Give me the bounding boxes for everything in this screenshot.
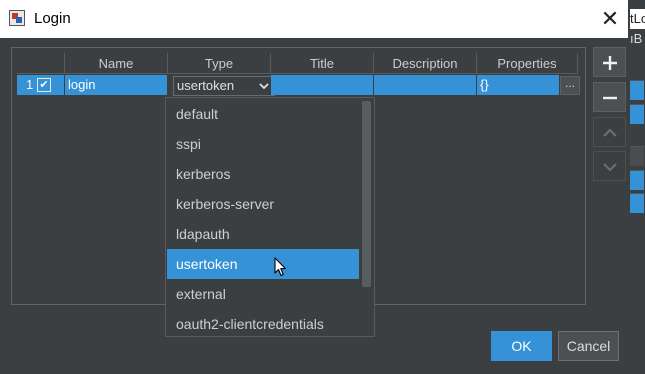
background-window-edge: tLo ıB [628,0,645,374]
dropdown-option[interactable]: default [167,99,360,129]
mouse-cursor-icon [274,257,287,277]
scrollbar-thumb[interactable] [362,101,371,287]
column-header-name[interactable]: Name [65,53,168,74]
column-header-type[interactable]: Type [168,53,271,74]
column-header-index [17,53,65,74]
dropdown-option[interactable]: sspi [167,129,360,159]
type-dropdown-list[interactable]: default sspi kerberos kerberos-server ld… [165,97,375,337]
column-header-properties[interactable]: Properties [477,53,578,74]
background-cell [630,80,645,100]
move-down-icon [603,163,617,172]
dropdown-option-selected[interactable]: usertoken [167,249,360,279]
properties-cell[interactable]: {} [477,75,560,95]
type-select[interactable]: usertoken [173,76,275,96]
dropdown-scrollbar[interactable] [359,99,373,335]
title-cell[interactable] [271,75,374,95]
move-down-button[interactable] [593,151,626,181]
remove-icon [603,96,617,100]
name-cell[interactable]: login [65,75,168,95]
dropdown-option[interactable]: oauth2-clientcredentials [167,309,360,336]
title-bar: Login ✕ [0,0,645,38]
column-header-description[interactable]: Description [374,53,477,74]
add-row-button[interactable] [593,47,626,77]
window-title: Login [34,10,71,27]
background-cell [630,170,645,190]
background-text: ıB [630,31,643,46]
ok-button[interactable]: OK [491,331,552,361]
add-icon [603,56,617,70]
type-select-value: usertoken [177,78,235,93]
edit-properties-button[interactable]: ... [560,76,580,95]
description-cell[interactable] [374,75,477,95]
cancel-button[interactable]: Cancel [558,331,619,361]
dropdown-option[interactable]: external [167,279,360,309]
enabled-checkbox[interactable]: ✔ [37,78,51,92]
table-row[interactable]: 1 ✔ login usertoken {} ... [17,75,581,96]
dropdown-option[interactable]: kerberos [167,159,360,189]
column-header-title[interactable]: Title [271,53,374,74]
background-cell [630,104,645,124]
background-text: tLo [630,9,645,29]
remove-row-button[interactable] [593,82,626,112]
move-up-icon [603,128,617,137]
background-cell [630,146,645,166]
app-icon [9,10,25,26]
background-cell [630,193,645,213]
dropdown-option[interactable]: ldapauth [167,219,360,249]
close-button[interactable]: ✕ [596,6,624,32]
dropdown-option[interactable]: kerberos-server [167,189,360,219]
move-up-button[interactable] [593,117,626,147]
